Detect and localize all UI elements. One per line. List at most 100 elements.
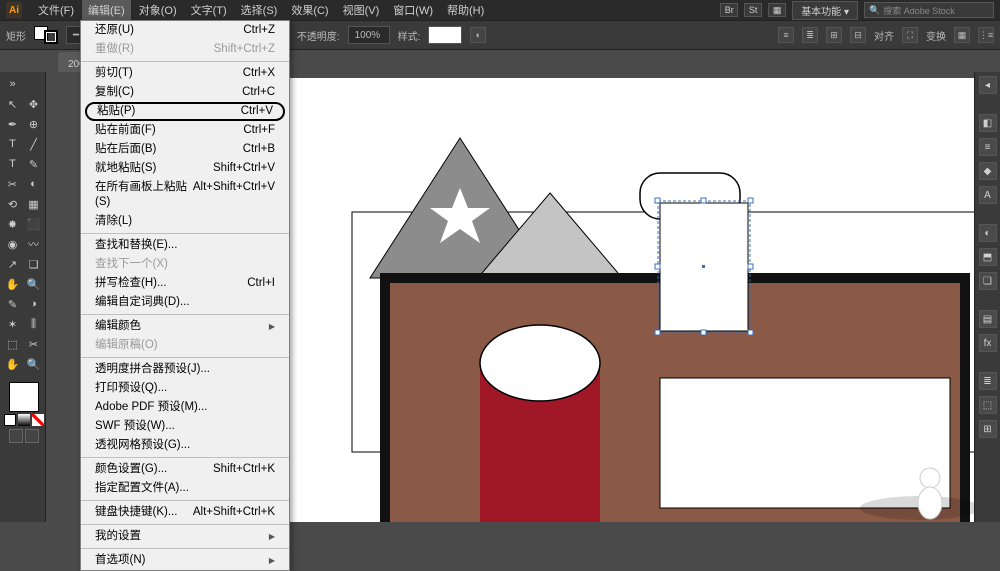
- menu-item[interactable]: 首选项(N): [81, 551, 289, 570]
- column-graph-tool[interactable]: ⫼: [23, 314, 44, 334]
- scale-tool[interactable]: ⬛: [23, 214, 44, 234]
- menu-item[interactable]: 清除(L): [81, 212, 289, 231]
- menu-item[interactable]: 颜色设置(G)...Shift+Ctrl+K: [81, 460, 289, 479]
- libraries-panel-icon[interactable]: ⊞: [979, 420, 997, 438]
- menu-view[interactable]: 视图(V): [337, 0, 386, 20]
- gradient-panel-icon[interactable]: ⬒: [979, 248, 997, 266]
- menu-item[interactable]: 查找和替换(E)...: [81, 236, 289, 255]
- align-icon1[interactable]: ≡: [778, 27, 794, 43]
- menu-item[interactable]: 编辑颜色: [81, 317, 289, 336]
- arrange-button[interactable]: ▦: [768, 3, 786, 17]
- menu-item[interactable]: 编辑自定词典(D)...: [81, 293, 289, 312]
- shaper-tool[interactable]: ⟲: [2, 194, 23, 214]
- menu-select[interactable]: 选择(S): [235, 0, 284, 20]
- menu-item[interactable]: 在所有画板上粘贴(S)Alt+Shift+Ctrl+V: [81, 178, 289, 212]
- menu-effect[interactable]: 效果(C): [285, 0, 334, 20]
- screen-mode-normal[interactable]: [9, 429, 23, 443]
- line-tool[interactable]: ✎: [23, 154, 44, 174]
- menu-item[interactable]: 贴在后面(B)Ctrl+B: [81, 140, 289, 159]
- zoom-tool[interactable]: 🔍: [23, 354, 44, 374]
- free-transform-tool[interactable]: 〰: [23, 234, 44, 254]
- gradient-tool[interactable]: 🔍: [23, 274, 44, 294]
- pen-tool[interactable]: T: [2, 134, 23, 154]
- isolate-icon[interactable]: ▦: [954, 27, 970, 43]
- symbols-panel-icon[interactable]: A: [979, 186, 997, 204]
- bridge-button[interactable]: Br: [720, 3, 738, 17]
- fill-stroke-swatch[interactable]: [34, 26, 58, 44]
- color-mode-none[interactable]: [32, 414, 44, 426]
- menu-item-shortcut: Shift+Ctrl+V: [213, 161, 275, 176]
- menu-item-label: 编辑颜色: [95, 319, 141, 334]
- hand-tool[interactable]: ✋: [2, 354, 23, 374]
- perspective-tool[interactable]: ❏: [23, 254, 44, 274]
- color-panel-icon[interactable]: ◧: [979, 114, 997, 132]
- menu-object[interactable]: 对象(O): [133, 0, 183, 20]
- color-mode-gradient[interactable]: [18, 414, 30, 426]
- menu-item[interactable]: 打印预设(Q)...: [81, 379, 289, 398]
- fill-proxy[interactable]: [9, 382, 39, 412]
- direct-selection-tool[interactable]: ✥: [23, 94, 44, 114]
- color-proxy[interactable]: [2, 378, 46, 445]
- menu-help[interactable]: 帮助(H): [441, 0, 490, 20]
- transform-icon[interactable]: ⛶: [902, 27, 918, 43]
- eraser-tool[interactable]: ▦: [23, 194, 44, 214]
- more-options-icon[interactable]: ⋮≡: [978, 27, 994, 43]
- menu-item[interactable]: 透视网格预设(G)...: [81, 436, 289, 455]
- recolor-icon[interactable]: ◐: [470, 27, 486, 43]
- menu-item[interactable]: 透明度拼合器预设(J)...: [81, 360, 289, 379]
- color-mode-fill[interactable]: [4, 414, 16, 426]
- artboard-tool[interactable]: ⬚: [2, 334, 23, 354]
- shape-builder-tool[interactable]: ↗: [2, 254, 23, 274]
- graphic-style-dropdown[interactable]: [428, 26, 462, 44]
- stock-button[interactable]: St: [744, 3, 762, 17]
- transparency-panel-icon[interactable]: ❏: [979, 272, 997, 290]
- lasso-tool[interactable]: ⊕: [23, 114, 44, 134]
- selection-tool[interactable]: ↖: [2, 94, 23, 114]
- eyedropper-tool[interactable]: ✎: [2, 294, 23, 314]
- menu-item[interactable]: 就地粘贴(S)Shift+Ctrl+V: [81, 159, 289, 178]
- artboards-panel-icon[interactable]: ⬚: [979, 396, 997, 414]
- screen-mode-full[interactable]: [25, 429, 39, 443]
- layers-panel-icon[interactable]: ≣: [979, 372, 997, 390]
- align-icon4[interactable]: ⊟: [850, 27, 866, 43]
- magic-wand-tool[interactable]: ✒: [2, 114, 23, 134]
- appearance-panel-icon[interactable]: ▤: [979, 310, 997, 328]
- graphic-styles-panel-icon[interactable]: fx: [979, 334, 997, 352]
- menu-type[interactable]: 文字(T): [185, 0, 233, 20]
- menu-item-label: 编辑原稿(O): [95, 338, 158, 353]
- symbol-sprayer-tool[interactable]: ✶: [2, 314, 23, 334]
- tab-toggle-icon[interactable]: »: [2, 74, 23, 94]
- width-tool[interactable]: ◉: [2, 234, 23, 254]
- curvature-tool[interactable]: ╱: [23, 134, 44, 154]
- menu-item[interactable]: 拼写检查(H)...Ctrl+I: [81, 274, 289, 293]
- mesh-tool[interactable]: ✋: [2, 274, 23, 294]
- menu-item[interactable]: 键盘快捷键(K)...Alt+Shift+Ctrl+K: [81, 503, 289, 522]
- menu-item[interactable]: SWF 预设(W)...: [81, 417, 289, 436]
- menu-edit[interactable]: 编辑(E): [82, 0, 131, 20]
- paintbrush-tool[interactable]: ◐: [23, 174, 44, 194]
- menu-file[interactable]: 文件(F): [32, 0, 80, 20]
- menu-item[interactable]: 我的设置: [81, 527, 289, 546]
- menu-item[interactable]: 剪切(T)Ctrl+X: [81, 64, 289, 83]
- menu-item[interactable]: 复制(C)Ctrl+C: [81, 83, 289, 102]
- opacity-field[interactable]: 100%: [348, 26, 390, 44]
- type-tool[interactable]: T: [2, 154, 23, 174]
- stroke-panel-icon[interactable]: ◐: [979, 224, 997, 242]
- align-icon2[interactable]: ≣: [802, 27, 818, 43]
- panel-collapse-icon[interactable]: ◂: [979, 76, 997, 94]
- stock-search-input[interactable]: 🔍 搜索 Adobe Stock: [864, 2, 994, 18]
- menu-item[interactable]: Adobe PDF 预设(M)...: [81, 398, 289, 417]
- menu-window[interactable]: 窗口(W): [387, 0, 439, 20]
- brushes-panel-icon[interactable]: ◆: [979, 162, 997, 180]
- slice-tool[interactable]: ✂: [23, 334, 44, 354]
- menu-item[interactable]: 粘贴(P)Ctrl+V: [85, 102, 285, 121]
- workspace-switcher[interactable]: 基本功能 ▾: [792, 1, 858, 20]
- menu-item[interactable]: 还原(U)Ctrl+Z: [81, 21, 289, 40]
- blend-tool[interactable]: ◑: [23, 294, 44, 314]
- rectangle-tool[interactable]: ✂: [2, 174, 23, 194]
- swatches-panel-icon[interactable]: ≡: [979, 138, 997, 156]
- align-icon3[interactable]: ⊞: [826, 27, 842, 43]
- menu-item[interactable]: 贴在前面(F)Ctrl+F: [81, 121, 289, 140]
- rotate-tool[interactable]: ✸: [2, 214, 23, 234]
- menu-item[interactable]: 指定配置文件(A)...: [81, 479, 289, 498]
